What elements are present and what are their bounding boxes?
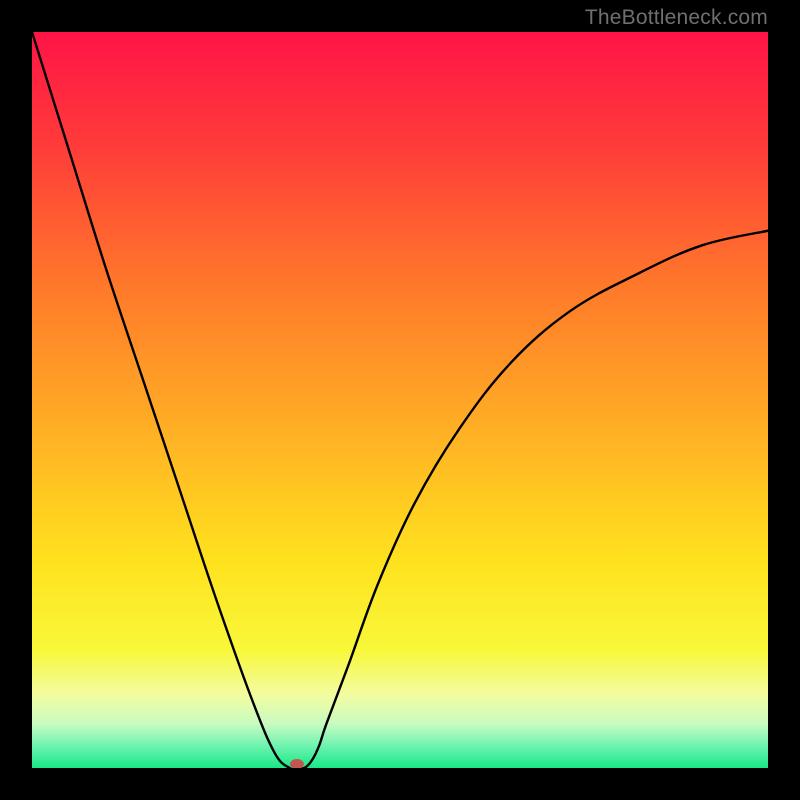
bottleneck-curve [32,32,768,768]
attribution-text: TheBottleneck.com [585,6,768,30]
chart-frame: TheBottleneck.com [0,0,800,800]
plot-area [32,32,768,768]
minimum-marker [290,759,304,768]
